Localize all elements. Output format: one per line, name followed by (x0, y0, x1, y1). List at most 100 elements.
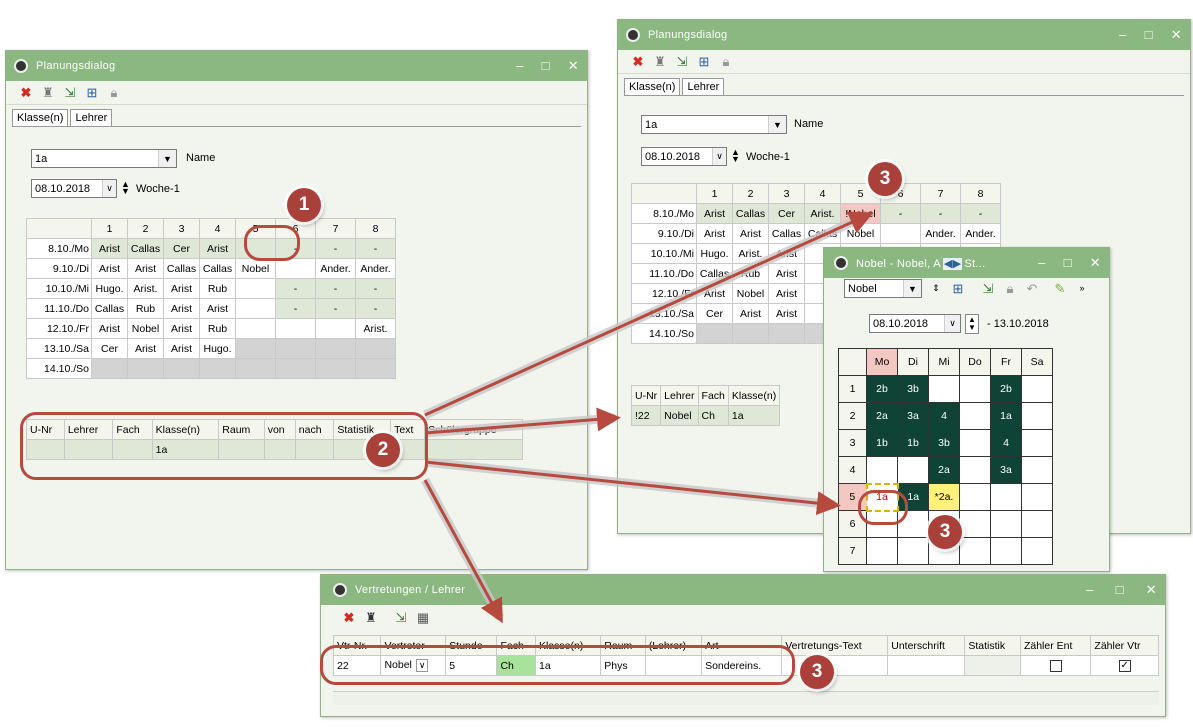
vertretungen-cell[interactable]: ✓ (1090, 655, 1159, 676)
grid-cell[interactable]: Arist (768, 243, 805, 264)
grid-cell[interactable]: Callas (163, 258, 200, 279)
schedule-period-number[interactable]: 7 (838, 537, 867, 565)
grid-cell[interactable]: 8.10./Mo (631, 203, 697, 224)
chevron-down-icon[interactable]: ∨ (712, 148, 726, 165)
schedule-cell[interactable] (959, 510, 991, 538)
vertretungen-cell[interactable] (887, 655, 966, 676)
schedule-day-header[interactable]: Mi (928, 348, 960, 376)
schedule-cell[interactable]: 3a (897, 402, 929, 430)
grid-cell[interactable]: 11.10./Do (26, 298, 92, 319)
settings-icon[interactable]: ✎ (1052, 280, 1068, 296)
maximize-icon[interactable]: □ (1116, 582, 1124, 598)
schedule-cell[interactable] (959, 429, 991, 457)
schedule-day-header[interactable]: Fr (990, 348, 1022, 376)
teacher-select[interactable]: Nobel ▼ (844, 279, 922, 298)
teacher-hat-icon[interactable]: ♜ (652, 54, 668, 70)
grid-cell[interactable]: Ander. (920, 223, 961, 244)
minimize-icon[interactable]: – (1086, 582, 1094, 598)
spinner-icon[interactable]: ⇕ (928, 280, 944, 296)
grid-header-cell[interactable]: 1 (696, 183, 733, 204)
grid-header-cell[interactable]: 4 (804, 183, 841, 204)
grid-cell[interactable]: 10.10./Mi (631, 243, 697, 264)
schedule-day-header[interactable]: Do (959, 348, 991, 376)
week-date-picker[interactable]: 08.10.2018 ∨ (869, 314, 961, 333)
grid-cell[interactable]: Arist (696, 223, 733, 244)
grid-cell[interactable]: Arist. (127, 278, 164, 299)
schedule-cell[interactable] (990, 483, 1022, 511)
schedule-cell[interactable] (1021, 537, 1053, 565)
horizontal-scrollbar[interactable] (333, 691, 1159, 705)
grid-cell[interactable]: Nobel (732, 283, 769, 304)
minimize-icon[interactable]: – (516, 58, 524, 74)
grid-cell[interactable] (768, 323, 805, 344)
schedule-cell[interactable] (990, 510, 1022, 538)
grid-cell[interactable]: 12.10./Fr (631, 283, 697, 304)
vertretungen-header-cell[interactable]: Zähler Ent (1019, 635, 1092, 656)
grid-cell[interactable]: Arist (696, 203, 733, 224)
grid-cell[interactable]: Cer (696, 303, 733, 324)
schedule-period-number[interactable]: 3 (838, 429, 867, 457)
grid-cell[interactable]: Cer (91, 338, 128, 359)
schedule-period-number[interactable]: 4 (838, 456, 867, 484)
grid-cell[interactable]: Rub (199, 278, 236, 299)
vertretungen-header-cell[interactable]: Unterschrift (887, 635, 966, 656)
schedule-cell[interactable]: 3a (990, 456, 1022, 484)
close-icon[interactable]: ✕ (1090, 255, 1101, 271)
schedule-cell[interactable]: 1a (990, 402, 1022, 430)
grid-cell[interactable]: 9.10./Di (26, 258, 92, 279)
schedule-cell[interactable]: 4 (990, 429, 1022, 457)
grid-cell[interactable]: Rub (127, 298, 164, 319)
vertretungen-title-bar[interactable]: Vertretungen / Lehrer – □ ✕ (321, 575, 1165, 605)
vertretungen-header-cell[interactable]: Zähler Vtr (1090, 635, 1159, 656)
grid-header-cell[interactable]: 7 (315, 218, 356, 239)
grid-header-cell[interactable]: 8 (355, 218, 396, 239)
grid-add-icon[interactable]: ⊞ (696, 54, 712, 70)
export-icon[interactable]: ⇲ (980, 280, 996, 296)
schedule-cell[interactable] (1021, 402, 1053, 430)
grid-cell[interactable]: Ander. (355, 258, 396, 279)
grid-cell[interactable]: Arist (163, 338, 200, 359)
grid-cell[interactable]: 13.10./Sa (631, 303, 697, 324)
teacher-hat-icon[interactable]: ♜ (40, 85, 56, 101)
teacher-hat-icon[interactable]: ♜ (363, 609, 379, 625)
grid-cell[interactable]: Arist (163, 278, 200, 299)
close-icon[interactable]: ✕ (1146, 582, 1157, 598)
close-icon[interactable]: ✕ (1171, 27, 1182, 43)
export-icon[interactable]: ⇲ (393, 609, 409, 625)
schedule-cell[interactable]: 3b (897, 375, 929, 403)
grid-cell[interactable]: Hugo. (199, 338, 236, 359)
grid-cell[interactable]: Rub (199, 318, 236, 339)
zaehler-ent-checkbox[interactable] (1049, 659, 1062, 672)
lock-icon[interactable]: 🔒︎ (1002, 280, 1018, 296)
grid-cell[interactable]: 13.10./Sa (26, 338, 92, 359)
grid-cell[interactable] (275, 258, 316, 279)
grid-cell[interactable]: - (920, 203, 961, 224)
grid-cell[interactable]: - (960, 203, 1001, 224)
maximize-icon[interactable]: □ (1064, 255, 1072, 271)
schedule-cell[interactable]: 1b (866, 429, 898, 457)
grid-cell[interactable]: - (315, 278, 356, 299)
lock-icon[interactable]: 🔒︎ (106, 85, 122, 101)
grid-cell[interactable] (355, 358, 396, 379)
grid-cell[interactable]: Callas (696, 263, 733, 284)
schedule-day-header[interactable]: Di (897, 348, 929, 376)
vertretungen-cell[interactable] (1019, 655, 1092, 676)
more-icon[interactable]: » (1074, 280, 1090, 296)
tab-klassen[interactable]: Klasse(n) (12, 109, 69, 126)
calculator-icon[interactable]: ▦ (415, 609, 431, 625)
chevron-down-icon[interactable]: ▼ (903, 280, 921, 297)
grid-cell[interactable]: Hugo. (91, 278, 128, 299)
chevron-down-icon[interactable]: ∨ (944, 315, 960, 332)
grid-cell[interactable]: 14.10./So (26, 358, 92, 379)
schedule-cell[interactable]: 2a (866, 402, 898, 430)
list-cell[interactable] (424, 439, 523, 460)
grid-cell[interactable]: Nobel (235, 258, 276, 279)
grid-cell[interactable]: 10.10./Mi (26, 278, 92, 299)
grid-cell[interactable]: Nobel (127, 318, 164, 339)
schedule-day-header[interactable]: Sa (1021, 348, 1053, 376)
grid-cell[interactable]: Arist (163, 318, 200, 339)
grid-cell[interactable] (880, 223, 921, 244)
grid-cell[interactable]: Arist (732, 303, 769, 324)
list-cell[interactable]: !22 (630, 405, 662, 426)
undo-icon[interactable]: ↶ (1024, 280, 1040, 296)
